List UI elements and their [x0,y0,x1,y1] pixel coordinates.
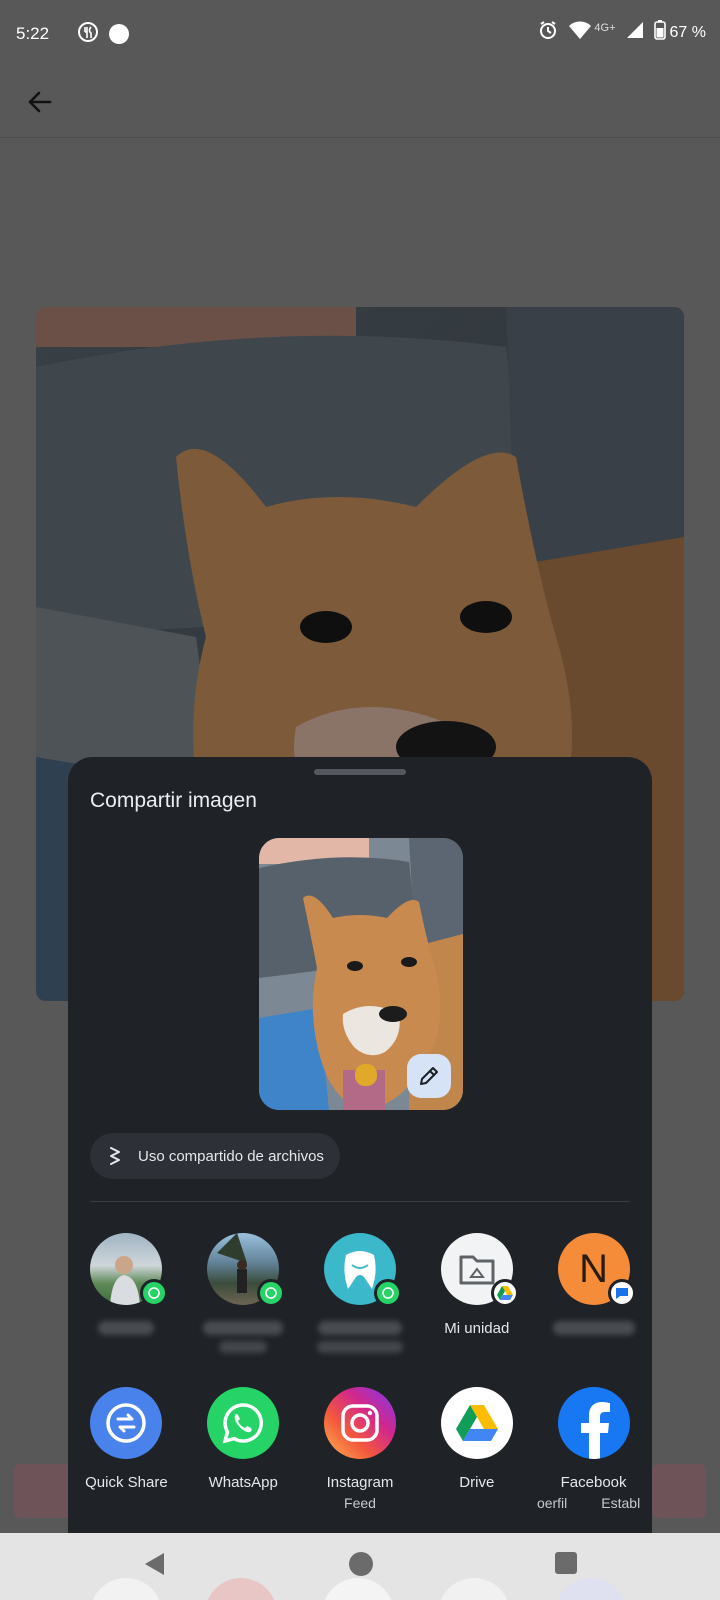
app-sublabel: Feed [344,1495,376,1511]
share-sheet: Compartir imagen Uso compartido de archi… [68,757,652,1533]
instagram-icon [323,1387,396,1459]
whatsapp-badge-icon [140,1279,169,1307]
direct-share-target[interactable] [302,1233,419,1353]
file-sharing-label: Uso compartido de archivos [138,1147,324,1165]
app-label: Instagram [326,1474,394,1491]
app-label: Drive [459,1474,495,1491]
app-target-whatsapp[interactable]: WhatsApp [185,1387,302,1513]
direct-share-row: Mi unidad N [68,1233,652,1353]
drive-badge-icon [490,1279,519,1307]
messages-badge-icon [607,1279,636,1307]
whatsapp-badge-icon [373,1279,402,1307]
app-bar [0,68,720,138]
app-label: Quick Share [85,1474,168,1491]
app-target-instagram[interactable]: Instagram Feed [302,1387,419,1513]
contact-name-redacted [203,1321,284,1335]
facebook-icon [557,1387,630,1459]
app-target-quick-share[interactable]: Quick Share [68,1387,185,1513]
file-sharing-chip[interactable]: Uso compartido de archivos [90,1133,340,1179]
fork-knife-notification-icon [77,21,99,48]
background-action-button [14,1464,74,1518]
nav-recents-button[interactable] [554,1551,578,1580]
battery-icon [653,20,666,45]
status-bar: 5:22 4G+ 67 % [0,0,720,68]
target-label: Mi unidad [444,1320,510,1337]
image-preview[interactable] [259,838,463,1110]
quick-share-icon [90,1387,163,1459]
notification-dot-icon [109,24,130,44]
direct-share-target[interactable] [68,1233,185,1353]
whatsapp-icon [207,1387,280,1459]
contact-name-redacted [98,1321,155,1335]
direct-share-target[interactable]: N [535,1233,652,1353]
app-sublabel: oerfil [536,1495,568,1511]
app-target-drive[interactable]: Drive [418,1387,535,1513]
file-sharing-icon [110,1147,120,1165]
background-action-button-right [652,1464,706,1518]
back-button[interactable] [22,84,58,120]
signal-icon [626,21,644,44]
nav-home-circle-icon [349,1552,373,1576]
nav-back-button[interactable] [142,1551,166,1582]
avatar-letter: N [579,1246,609,1291]
battery-percent: 67 % [669,23,706,41]
app-sublabel-row: oerfil Establ [537,1493,640,1513]
back-arrow-icon [28,91,52,113]
drive-icon [440,1387,513,1459]
drag-handle[interactable] [314,769,406,775]
contact-name-redacted [219,1341,268,1353]
status-time: 5:22 [16,24,50,43]
avatar [323,1233,402,1307]
sheet-divider [90,1201,630,1202]
avatar [207,1233,286,1307]
contact-name-redacted [316,1341,403,1353]
edit-image-button[interactable] [407,1054,451,1098]
direct-share-target[interactable]: Mi unidad [418,1233,535,1353]
contact-name-redacted [317,1321,402,1335]
status-right: 4G+ 67 % [538,20,706,45]
pencil-icon [420,1067,438,1085]
whatsapp-badge-icon [257,1279,286,1307]
avatar [440,1233,519,1307]
avatar [90,1233,169,1307]
app-label: Facebook [560,1474,627,1491]
app-label: WhatsApp [208,1474,278,1491]
contact-name-redacted [552,1321,635,1335]
avatar: N [557,1233,636,1307]
app-targets-row: Quick Share WhatsApp Instagram Feed Driv… [68,1387,652,1513]
sheet-title: Compartir imagen [90,789,257,812]
nav-recents-square-icon [555,1552,577,1574]
app-target-facebook[interactable]: Facebook oerfil Establ [535,1387,652,1513]
direct-share-target[interactable] [185,1233,302,1353]
alarm-icon [538,20,558,45]
nav-back-triangle-icon [145,1553,164,1575]
app-sublabel: Establ [601,1495,641,1511]
network-type-label: 4G+ [594,21,616,34]
wifi-icon [568,20,592,45]
